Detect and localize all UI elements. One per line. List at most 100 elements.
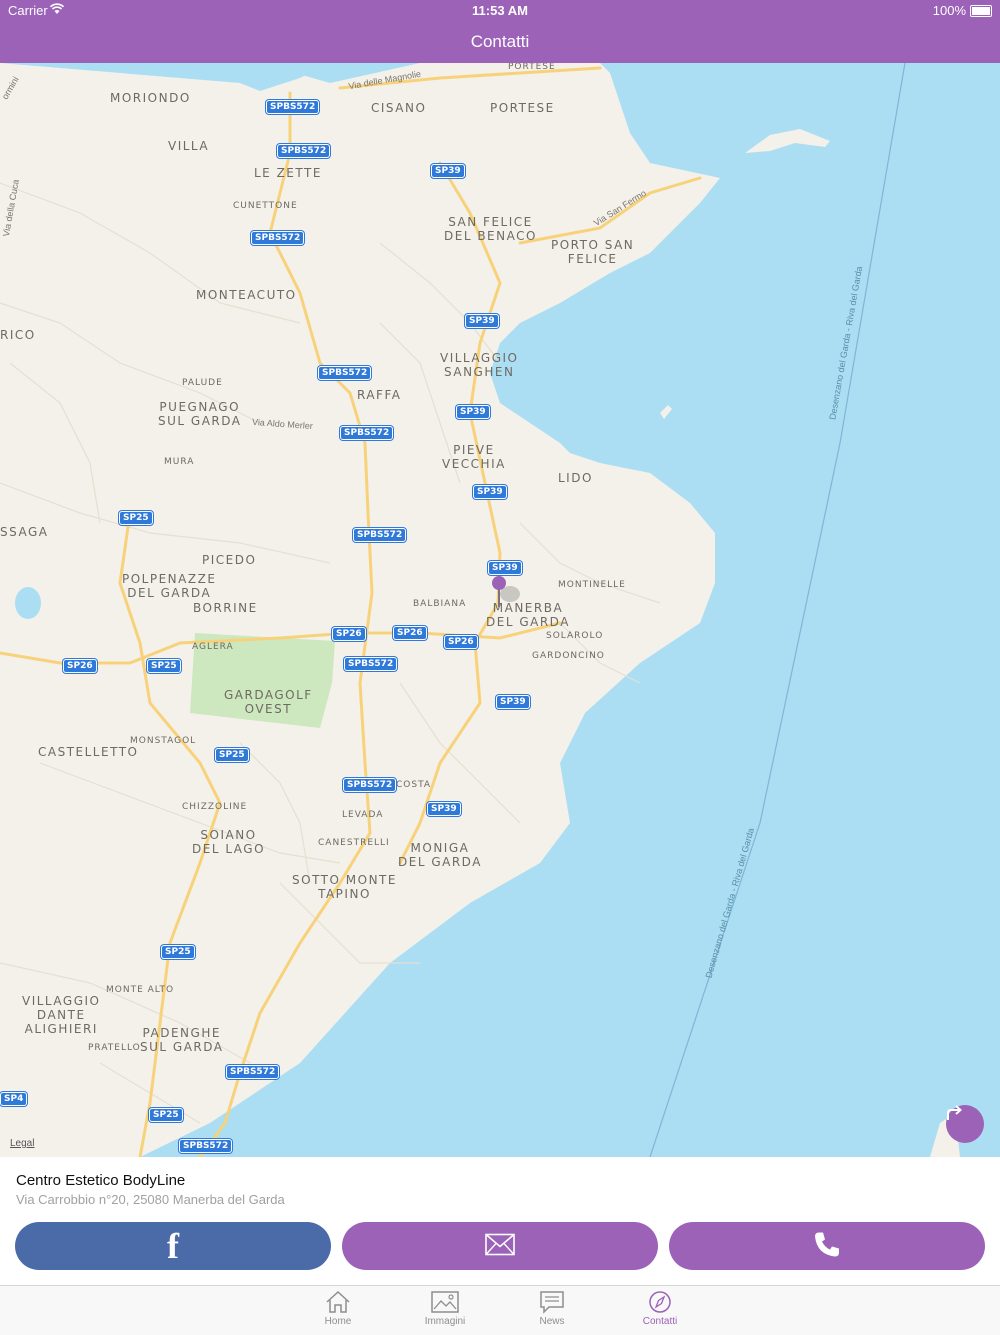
directions-button[interactable] (946, 1105, 984, 1143)
place-label: PICEDO (202, 553, 257, 567)
image-icon (400, 1290, 490, 1316)
road-shield: SPBS572 (266, 100, 320, 114)
call-button[interactable] (669, 1222, 985, 1270)
road-shield: SPBS572 (251, 231, 305, 245)
road-shield: SPBS572 (343, 778, 397, 792)
road-shield: SPBS572 (277, 144, 331, 158)
road-shield: SP39 (473, 485, 507, 499)
place-label: SOTTO MONTE TAPINO (292, 873, 397, 901)
place-label: SOLAROLO (546, 631, 604, 641)
road-shield: SP25 (119, 511, 153, 525)
place-label: CUNETTONE (233, 201, 298, 211)
map-view[interactable]: MORIONDO VILLA LE ZETTE CUNETTONE CISANO… (0, 63, 1000, 1157)
road-shield: SPBS572 (344, 657, 398, 671)
place-label: VILLA (168, 139, 210, 153)
place-label: AGLERA (192, 642, 234, 652)
tab-bar: Home Immagini News Contatti (0, 1285, 1000, 1335)
place-label: MONIGA DEL GARDA (398, 841, 482, 869)
place-label: VILLAGGIO SANGHEN (440, 351, 519, 379)
place-label: MONTINELLE (558, 580, 626, 590)
tab-label: Home (324, 1316, 352, 1327)
place-label: GARDAGOLF OVEST (224, 688, 313, 716)
email-button[interactable] (342, 1222, 658, 1270)
place-label: PORTESE (508, 63, 556, 72)
tab-contatti[interactable]: Contatti (615, 1290, 705, 1327)
chat-bubble-icon (507, 1290, 597, 1316)
place-label: GARDONCINO (532, 651, 605, 661)
place-label: CASTELLETTO (38, 745, 139, 759)
battery-icon (970, 5, 992, 17)
place-label: LIDO (558, 471, 593, 485)
place-label: MORIONDO (110, 91, 191, 105)
location-pin-stem (498, 587, 500, 607)
status-bar: Carrier 11:53 AM 100% (0, 0, 1000, 22)
place-label: PUEGNAGO SUL GARDA (158, 400, 242, 428)
road-shield: SP39 (488, 561, 522, 575)
place-label: MURA (164, 457, 195, 467)
road-shield: SPBS572 (318, 366, 372, 380)
facebook-icon: f (167, 1226, 179, 1266)
place-label: PIEVE VECCHIA (442, 443, 506, 471)
road-shield: SP25 (215, 748, 249, 762)
lake-water (140, 63, 1000, 1157)
road-shield: SP39 (431, 164, 465, 178)
business-name: Centro Estetico BodyLine (16, 1172, 186, 1189)
place-label: PRATELLO (88, 1043, 141, 1053)
house-icon (293, 1290, 383, 1316)
lake-water-north (0, 63, 330, 91)
road-shield: SP26 (63, 659, 97, 673)
tab-label: News (539, 1316, 565, 1327)
road-shield: SP26 (393, 626, 427, 640)
place-label: BORRINE (193, 601, 258, 615)
place-label: SAN FELICE DEL BENACO (444, 215, 537, 243)
road-shield: SP25 (149, 1108, 183, 1122)
place-label: SSAGA (0, 525, 49, 539)
road-shield: SP26 (444, 635, 478, 649)
road-shield: SPBS572 (353, 528, 407, 542)
place-label: MONTEACUTO (196, 288, 297, 302)
tab-label: Contatti (642, 1316, 678, 1327)
clock: 11:53 AM (472, 3, 528, 18)
place-label: SOIANO DEL LAGO (192, 828, 266, 856)
page-title: Contatti (470, 32, 530, 51)
location-pin-icon[interactable] (492, 576, 506, 590)
road-shield: SP4 (0, 1092, 28, 1106)
place-label: POLPENAZZE DEL GARDA (122, 572, 217, 600)
road-shield: SP39 (496, 695, 530, 709)
tab-label: Immagini (424, 1316, 466, 1327)
road-shield: SP26 (332, 627, 366, 641)
road-shield: SP25 (147, 659, 181, 673)
road-shield: SP39 (465, 314, 499, 328)
tab-immagini[interactable]: Immagini (400, 1290, 490, 1327)
compass-icon (615, 1290, 705, 1316)
place-label: VILLAGGIO DANTE ALIGHIERI (22, 994, 101, 1036)
place-label: MONTE ALTO (106, 985, 175, 995)
place-label: BALBIANA (413, 599, 467, 609)
tab-news[interactable]: News (507, 1290, 597, 1327)
legal-link[interactable]: Legal (10, 1138, 34, 1149)
road-shield: SP25 (161, 945, 195, 959)
business-info-panel: Centro Estetico BodyLine Via Carrobbio n… (0, 1157, 1000, 1285)
business-address: Via Carrobbio n°20, 25080 Manerba del Ga… (16, 1192, 285, 1207)
place-label: PALUDE (182, 378, 223, 388)
road-shield: SPBS572 (340, 426, 394, 440)
tab-home[interactable]: Home (293, 1290, 383, 1327)
place-label: COSTA (396, 780, 432, 790)
place-label: PORTO SAN FELICE (551, 238, 635, 266)
place-label: CISANO (371, 101, 427, 115)
phone-icon (813, 1231, 841, 1262)
battery-percent: 100% (932, 3, 966, 18)
navigation-bar: Contatti (0, 22, 1000, 63)
place-label: RICO (0, 328, 36, 342)
place-label: MONSTAGOL (130, 736, 197, 746)
place-label: LEVADA (342, 810, 384, 820)
road-shield: SP39 (427, 802, 461, 816)
place-label: PORTESE (490, 101, 555, 115)
place-label: CANESTRELLI (318, 838, 390, 848)
road-shield: SP39 (456, 405, 490, 419)
place-label: CHIZZOLINE (182, 802, 248, 812)
road-shield: SPBS572 (226, 1065, 280, 1079)
place-label: RAFFA (357, 388, 402, 402)
facebook-button[interactable]: f (15, 1222, 331, 1270)
road-shield: SPBS572 (179, 1139, 233, 1153)
